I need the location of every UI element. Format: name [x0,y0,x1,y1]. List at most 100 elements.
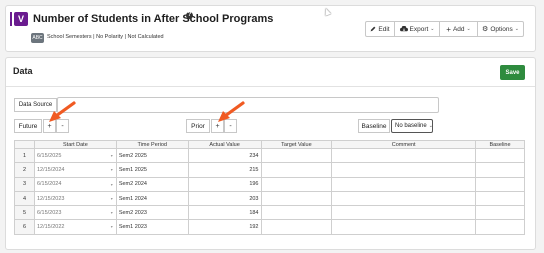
actual-value-cell[interactable]: 215 [187,162,262,178]
dropdown-caret-icon[interactable]: ▾ [111,153,113,158]
column-header-baseline[interactable]: Baseline [475,140,525,149]
actual-value-cell[interactable]: 184 [187,205,262,221]
time-period-cell-text: Sem1 2025 [118,166,147,173]
time-period-cell-text: Sem2 2024 [118,181,147,188]
grid-header-row: Start Date Time Period Actual Value Targ… [14,140,525,149]
column-header-start-date[interactable]: Start Date [33,140,117,149]
add-button[interactable]: + Add ⌄ [440,21,478,37]
actual-value-cell[interactable]: 196 [187,176,262,192]
actual-value-cell-text: 196 [249,181,259,188]
chevron-down-icon: ⌄ [428,123,433,129]
actual-value-cell-text: 203 [249,195,259,202]
table-row: 2 12/15/2024 ▾ Sem1 2025 215 [14,162,525,178]
measure-tag-badge: ABC [31,33,44,43]
row-number-header [14,140,35,149]
section-title: Data [13,66,33,76]
dropdown-caret-icon[interactable]: ▾ [111,224,113,229]
row-number-cell-text: 5 [22,209,26,216]
dropdown-caret-icon[interactable]: ▾ [111,196,113,201]
save-button[interactable]: Save [500,65,525,80]
time-period-cell-text: Sem2 2025 [118,152,147,159]
baseline-cell[interactable] [475,176,525,192]
help-icon[interactable]: ? [186,12,193,19]
row-number-cell: 6 [14,219,35,235]
target-value-cell[interactable] [260,205,333,221]
time-period-cell[interactable]: Sem1 2025 [115,162,189,178]
data-source-input[interactable] [57,97,439,113]
chevron-down-icon: ⌄ [466,26,471,32]
column-header-actual-value[interactable]: Actual Value [187,140,262,149]
column-header-target-value[interactable]: Target Value [260,140,333,149]
table-row: 5 6/15/2023 ▾ Sem2 2023 184 [14,205,525,221]
chevron-down-icon: ⌄ [430,26,435,32]
annotation-arrow-icon [218,101,245,122]
start-date-cell-text: 12/15/2023 [36,195,65,202]
start-date-cell[interactable]: 6/15/2025 ▾ [33,147,117,164]
time-period-cell[interactable]: Sem2 2024 [115,176,189,192]
time-period-cell[interactable]: Sem2 2023 [115,205,189,221]
table-row: 6 12/15/2022 ▾ Sem1 2023 192 [14,219,525,235]
start-date-cell[interactable]: 6/15/2023 ▾ [33,205,117,221]
add-button-label: Add [452,25,465,33]
dropdown-caret-icon[interactable]: ▾ [111,167,113,172]
start-date-cell-text: 6/15/2025 [36,152,62,159]
target-value-cell[interactable] [260,147,333,164]
time-period-cell[interactable]: Sem1 2024 [115,190,189,207]
time-period-cell-text: Sem1 2023 [118,224,147,231]
target-value-cell[interactable] [260,162,333,178]
comment-cell[interactable] [331,176,477,192]
start-date-cell[interactable]: 12/15/2024 ▾ [33,162,117,178]
comment-cell[interactable] [331,219,477,235]
target-value-cell[interactable] [260,176,333,192]
start-date-cell[interactable]: 12/15/2023 ▾ [33,190,117,207]
export-button-label: Export [409,25,429,33]
baseline-cell[interactable] [475,162,525,178]
target-value-cell[interactable] [260,219,333,235]
prior-label: Prior [186,119,210,133]
table-row: 1 6/15/2025 ▾ Sem2 2025 234 [14,147,525,164]
header-toolbar: Edit Export ⌄ + Add ⌄ ⚙ Options ⌄ [365,21,524,37]
column-header-comment[interactable]: Comment [331,140,477,149]
baseline-cell[interactable] [475,219,525,235]
edit-button[interactable]: Edit [365,21,395,37]
row-number-cell: 3 [14,176,35,192]
start-date-cell[interactable]: 6/15/2024 ▾ [33,176,117,192]
start-date-cell[interactable]: 12/15/2022 ▾ [33,219,117,235]
baseline-cell[interactable] [475,205,525,221]
comment-cell[interactable] [331,147,477,164]
measure-meta-text: School Semesters | No Polarity | Not Cal… [47,34,164,40]
column-header-time-period[interactable]: Time Period [115,140,189,149]
export-button[interactable]: Export ⌄ [395,21,440,37]
header-accent-bar [10,12,12,26]
section-divider [6,86,535,87]
actual-value-cell[interactable]: 192 [187,219,262,235]
baseline-cell[interactable] [475,190,525,207]
actual-value-cell[interactable]: 234 [187,147,262,164]
actual-value-cell[interactable]: 203 [187,190,262,207]
plus-icon: + [446,24,451,34]
baseline-select-value: No baseline [395,123,427,129]
options-button[interactable]: ⚙ Options ⌄ [478,21,524,37]
baseline-cell[interactable] [475,147,525,164]
row-number-cell-text: 3 [22,181,26,188]
time-period-cell[interactable]: Sem2 2025 [115,147,189,164]
actual-value-cell-text: 215 [249,166,259,173]
annotation-arrow-icon [49,101,76,122]
target-value-cell[interactable] [260,190,333,207]
row-number-cell: 5 [14,205,35,221]
dropdown-caret-icon[interactable]: ▾ [111,182,113,187]
actual-value-cell-text: 192 [249,224,259,231]
comment-cell[interactable] [331,190,477,207]
time-period-cell[interactable]: Sem1 2023 [115,219,189,235]
start-date-cell-text: 12/15/2022 [36,224,65,231]
comment-cell[interactable] [331,205,477,221]
comment-cell[interactable] [331,162,477,178]
dropdown-caret-icon[interactable]: ▾ [111,210,113,215]
baseline-label: Baseline [358,119,390,133]
actual-value-cell-text: 184 [249,209,259,216]
baseline-select[interactable]: No baseline ⌄ [391,119,433,133]
data-grid: Start Date Time Period Actual Value Targ… [14,140,525,235]
start-date-cell-text: 12/15/2024 [36,166,65,173]
table-row: 4 12/15/2023 ▾ Sem1 2024 203 [14,190,525,207]
pencil-icon [370,26,376,32]
